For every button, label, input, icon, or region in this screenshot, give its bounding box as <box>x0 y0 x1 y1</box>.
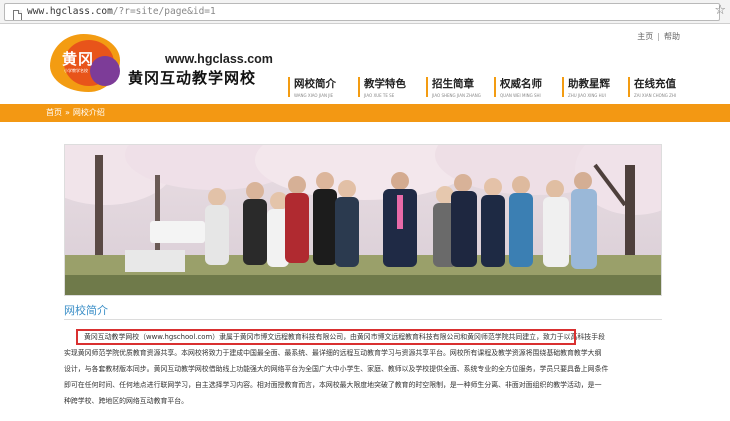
intro-line-2: 实现黄冈师范学院优质教育资源共享。本网校将致力于建成中国最全面、最系统、最详细的… <box>64 349 602 357</box>
photo-illustration <box>65 145 661 295</box>
intro-line-1: 黄冈互动教学网校（www.hgschool.com）隶属于黄冈市博文远程教育科技… <box>64 329 662 345</box>
breadcrumb-home[interactable]: 首页 <box>46 108 62 117</box>
logo-subtext: 小学教学名校 <box>64 68 88 73</box>
nav-admissions[interactable]: 招生简章 JIAO SHENG JIAN ZHANG <box>426 76 481 106</box>
nav-teaching-features[interactable]: 教学特色 JIAO XUE TE SE <box>358 76 406 106</box>
intro-paragraph: 黄冈互动教学网校（www.hgschool.com）隶属于黄冈市博文远程教育科技… <box>64 329 662 409</box>
group-photo <box>64 144 662 296</box>
section-divider <box>64 319 662 320</box>
breadcrumb: 首页» 网校介绍 <box>46 108 105 117</box>
nav-online-recharge[interactable]: 在线充值 ZAI XIAN CHONG ZHI <box>628 76 676 106</box>
intro-line-4: 即可在任何时间、任何地点进行联网学习，自主选择学习内容。相对面授教育而言，本网校… <box>64 381 602 389</box>
help-link[interactable]: 帮助 <box>664 32 680 41</box>
site-url: www.hgclass.com <box>165 52 273 66</box>
intro-line-5: 种跨学校、跨地区的网络互动教育平台。 <box>64 397 189 405</box>
browser-toolbar: www.hgclass.com/?r=site/page&id=1 ☆ <box>0 0 730 24</box>
website: 主页 | 帮助 黄冈 小学教学名校 www.hgclass.com 黄冈互动教学网校… <box>0 24 730 421</box>
url-host: www.hgclass.com <box>27 6 113 17</box>
nav-famous-teachers[interactable]: 权威名师 QUAN WEI MING SHI <box>494 76 542 106</box>
page-icon <box>13 10 22 20</box>
breadcrumb-current: 网校介绍 <box>72 108 105 117</box>
nav-school-intro[interactable]: 网校简介 WANG XIAO JIAN JIE <box>288 76 336 106</box>
bookmark-star-icon[interactable]: ☆ <box>714 3 726 19</box>
site-logo[interactable]: 黄冈 小学教学名校 <box>50 34 120 92</box>
url-path: /?r=site/page&id=1 <box>112 6 216 17</box>
nav-assistant-stars[interactable]: 助教星辉 ZHU JIAO XING HUI <box>562 76 610 106</box>
breadcrumb-bar: 首页» 网校介绍 <box>0 104 730 122</box>
section-title: 网校简介 <box>64 304 108 317</box>
intro-line-3: 设计，与各套教材版本同步。黄冈互动教学网校借助线上功能强大的网络平台为全国广大中… <box>64 365 609 373</box>
address-bar[interactable]: www.hgclass.com/?r=site/page&id=1 <box>4 3 720 21</box>
logo-text: 黄冈 <box>62 50 95 68</box>
annotation-highlight-box <box>76 329 576 345</box>
site-name: 黄冈互动教学网校 <box>128 69 257 87</box>
top-links: 主页 | 帮助 <box>637 32 680 41</box>
home-link[interactable]: 主页 <box>637 32 653 41</box>
